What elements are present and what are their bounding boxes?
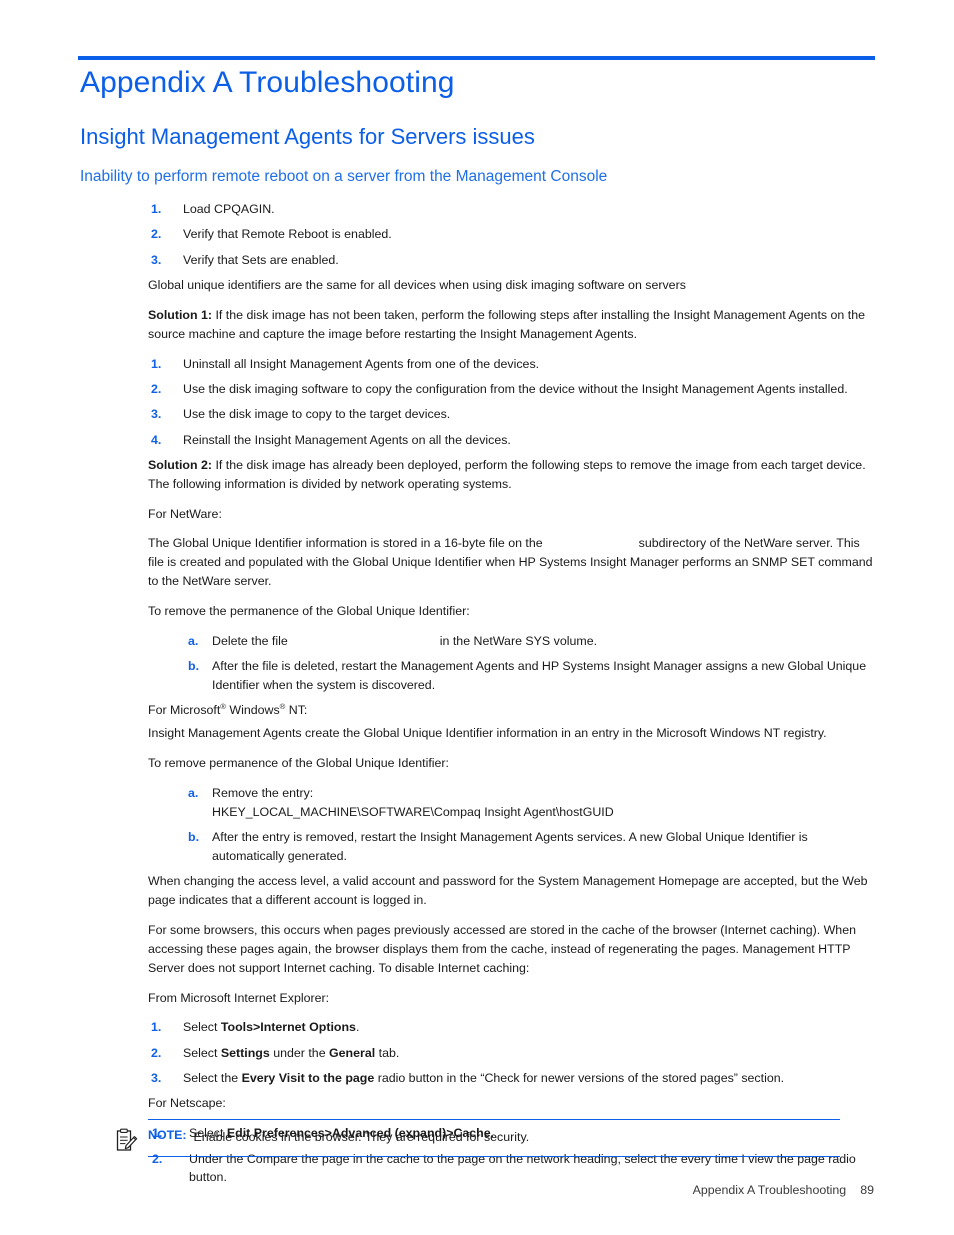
remove-entry-text: Remove the entry:	[212, 785, 314, 800]
list-marker: 2.	[151, 381, 162, 396]
step-bold-2: General	[329, 1045, 376, 1060]
note-row: NOTE: Enable cookies in the browser. The…	[116, 1120, 840, 1156]
document-page: Appendix A Troubleshooting Insight Manag…	[0, 0, 954, 1235]
step-bold: Settings	[220, 1045, 270, 1060]
windows-nt-paragraph: Insight Management Agents create the Glo…	[148, 726, 827, 741]
subsection-heading: Inability to perform remote reboot on a …	[80, 168, 608, 185]
footer-title: Appendix A Troubleshooting	[692, 1183, 847, 1197]
list-marker: a.	[188, 633, 199, 648]
windows-nt-remove-list: a. Remove the entry: HKEY_LOCAL_MACHINE\S…	[188, 784, 873, 866]
document-body: 1. Load CPQAGIN. 2. Verify that Remote R…	[148, 200, 873, 1194]
list-text: Select Settings under the General tab.	[183, 1044, 873, 1063]
netware-paragraph: The Global Unique Identifier information…	[148, 534, 873, 591]
note-text: Enable cookies in the browser. They are …	[193, 1130, 530, 1145]
solution-2-paragraph: Solution 2: If the disk image has alread…	[148, 456, 873, 494]
solution-1-paragraph: Solution 1: If the disk image has not be…	[148, 306, 873, 344]
list-text: Use the disk imaging software to copy th…	[183, 381, 848, 396]
note-callout: NOTE: Enable cookies in the browser. The…	[116, 1119, 840, 1158]
page-title: Appendix A Troubleshooting	[80, 66, 455, 99]
list-text: Uninstall all Insight Management Agents …	[183, 356, 540, 371]
list-marker: 1.	[151, 356, 162, 371]
step-pre: Select	[183, 1020, 221, 1035]
note-label: NOTE:	[148, 1128, 187, 1143]
list-marker: 3.	[151, 407, 162, 422]
list-marker: 1.	[151, 1020, 162, 1035]
page-footer: Appendix A Troubleshooting 89	[693, 1183, 874, 1197]
list-text: Verify that Remote Reboot is enabled.	[183, 227, 392, 242]
guid-issue-title: Global unique identifiers are the same f…	[148, 278, 686, 293]
netware-delete-part2: in the NetWare SYS volume.	[439, 633, 598, 648]
list-item: a. Delete the file in the NetWare SYS vol…	[188, 632, 873, 651]
solution-1-text: If the disk image has not been taken, pe…	[148, 307, 865, 341]
list-item: 2. Verify that Remote Reboot is enabled.	[148, 225, 873, 244]
list-item: 1. Load CPQAGIN.	[148, 200, 873, 219]
footer-page-number: 89	[860, 1183, 874, 1197]
windows-nt-remove-lead: To remove permanence of the Global Uniqu…	[148, 756, 449, 771]
list-marker: 3.	[151, 252, 162, 267]
step-pre: Select the	[183, 1071, 242, 1086]
list-item: a. Remove the entry: HKEY_LOCAL_MACHINE\S…	[188, 784, 873, 822]
list-text: After the entry is removed, restart the …	[212, 830, 808, 863]
netware-para-part1: The Global Unique Identifier information…	[148, 536, 543, 551]
windows-nt-lead-part1: For Microsoft	[148, 703, 221, 718]
caching-paragraph-2: For some browsers, this occurs when page…	[148, 922, 856, 975]
step-bold: Tools>Internet Options	[220, 1020, 356, 1035]
step-mid: under the	[269, 1045, 330, 1060]
registry-key-value: HKEY_LOCAL_MACHINE\SOFTWARE\Compaq Insig…	[212, 804, 614, 819]
solution-1-steps-list: 1. Uninstall all Insight Management Agen…	[148, 355, 873, 450]
caching-paragraph-1: When changing the access level, a valid …	[148, 874, 868, 908]
list-item: 1. Select Tools>Internet Options.	[148, 1018, 873, 1037]
list-item: 3. Verify that Sets are enabled.	[148, 251, 873, 270]
list-item: b. After the entry is removed, restart t…	[188, 828, 873, 866]
section-heading: Insight Management Agents for Servers is…	[80, 124, 535, 149]
step-bold: Every Visit to the page	[241, 1071, 375, 1086]
step-post: tab.	[375, 1045, 400, 1060]
list-text: Select Tools>Internet Options.	[183, 1018, 873, 1037]
list-marker: b.	[188, 659, 200, 674]
list-marker: 4.	[151, 432, 162, 447]
list-marker: 3.	[151, 1071, 162, 1086]
ie-steps-list: 1. Select Tools>Internet Options. 2. Sel…	[148, 1018, 873, 1088]
note-bottom-rule	[148, 1156, 840, 1158]
list-marker: 2.	[151, 227, 162, 242]
list-text: Load CPQAGIN.	[183, 202, 275, 216]
solution-2-label: Solution 2:	[148, 457, 213, 472]
reboot-steps-list: 1. Load CPQAGIN. 2. Verify that Remote R…	[148, 200, 873, 270]
step-post: .	[355, 1020, 360, 1035]
list-text: Select the Every Visit to the page radio…	[183, 1069, 873, 1088]
solution-2-text: If the disk image has already been deplo…	[148, 457, 866, 491]
netware-lead: For NetWare:	[148, 506, 222, 521]
list-item: 2. Select Settings under the General tab…	[148, 1044, 873, 1063]
list-item: b. After the file is deleted, restart th…	[188, 657, 873, 695]
list-item: 3. Use the disk image to copy to the tar…	[148, 405, 873, 424]
netware-remove-list: a. Delete the file in the NetWare SYS vol…	[188, 632, 873, 695]
list-item: 2. Use the disk imaging software to copy…	[148, 380, 873, 399]
list-item: 1. Uninstall all Insight Management Agen…	[148, 355, 873, 374]
windows-nt-lead: For Microsoft® Windows® NT:	[148, 701, 873, 720]
list-marker: 1.	[151, 202, 162, 216]
list-marker: 2.	[151, 1045, 162, 1060]
netware-remove-lead: To remove the permanence of the Global U…	[148, 604, 470, 618]
solution-1-label: Solution 1:	[148, 307, 213, 322]
list-text: Use the disk image to copy to the target…	[183, 407, 451, 422]
list-text: Reinstall the Insight Management Agents …	[183, 432, 511, 447]
note-clipboard-icon	[116, 1128, 138, 1152]
windows-nt-lead-part2: Windows	[225, 703, 280, 718]
list-text: Remove the entry: HKEY_LOCAL_MACHINE\SOFT…	[212, 784, 873, 822]
list-text: Delete the file in the NetWare SYS volume…	[212, 632, 873, 651]
list-item: 4. Reinstall the Insight Management Agen…	[148, 431, 873, 450]
step-pre: Select	[183, 1045, 221, 1060]
header-rule	[78, 56, 875, 60]
list-text: Verify that Sets are enabled.	[183, 252, 339, 267]
list-item: 3. Select the Every Visit to the page ra…	[148, 1069, 873, 1088]
windows-nt-lead-part3: NT:	[285, 703, 308, 718]
list-text: After the file is deleted, restart the M…	[212, 659, 867, 693]
netware-delete-part1: Delete the file	[212, 633, 288, 648]
list-marker: a.	[188, 785, 199, 800]
list-marker: b.	[188, 830, 200, 845]
ie-lead: From Microsoft Internet Explorer:	[148, 990, 330, 1005]
step-post: radio button in the “Check for newer ver…	[374, 1071, 785, 1086]
netscape-lead: For Netscape:	[148, 1096, 226, 1111]
